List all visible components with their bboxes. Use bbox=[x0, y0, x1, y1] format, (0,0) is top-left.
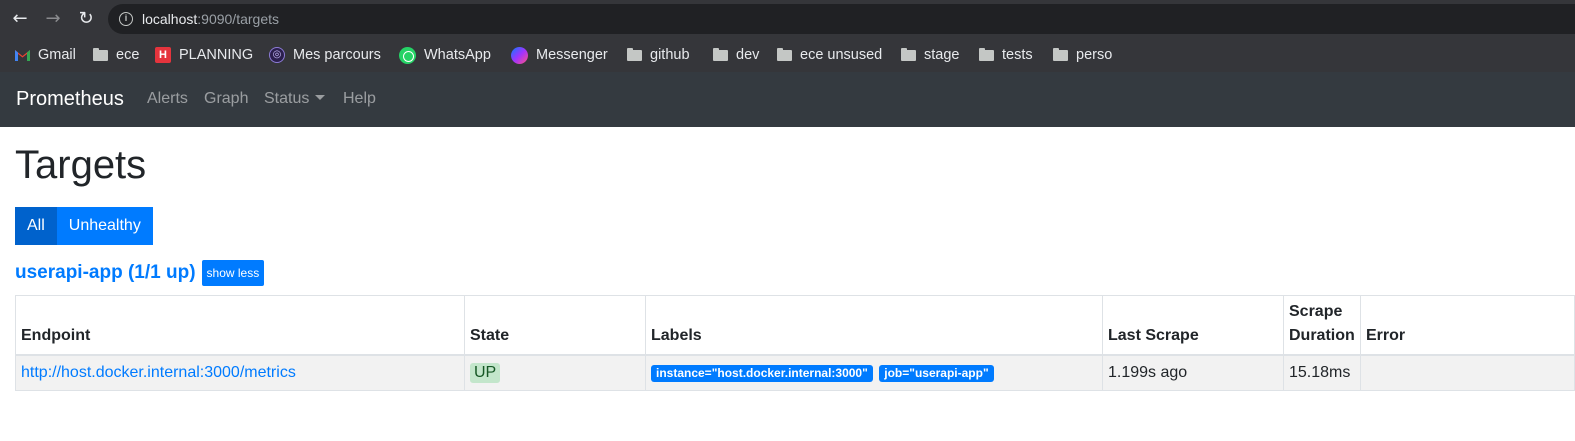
bookmark-label: Messenger bbox=[536, 47, 608, 63]
bookmark-ece-unsused[interactable]: ece unsused bbox=[777, 45, 882, 65]
h-logo-icon: H bbox=[155, 47, 171, 63]
scrape-duration-cell: 15.18ms bbox=[1283, 354, 1361, 391]
bookmark-perso[interactable]: perso bbox=[1053, 45, 1112, 65]
endpoint-cell: http://host.docker.internal:3000/metrics bbox=[15, 354, 465, 391]
show-less-button[interactable]: show less bbox=[201, 260, 265, 286]
page-title: Targets bbox=[15, 143, 147, 187]
table-header-row: Endpoint State Labels Last Scrape Scrape… bbox=[15, 295, 1575, 356]
bookmark-gmail[interactable]: Gmail bbox=[15, 45, 76, 65]
reload-icon[interactable]: ↻ bbox=[76, 9, 96, 29]
nav-status-dropdown[interactable]: Status bbox=[264, 90, 326, 108]
folder-icon bbox=[777, 48, 792, 61]
bookmark-planning[interactable]: H PLANNING bbox=[155, 45, 253, 65]
state-cell: UP bbox=[464, 354, 646, 391]
bookmark-whatsapp[interactable]: WhatsApp bbox=[399, 45, 491, 65]
gmail-icon bbox=[15, 49, 30, 61]
nav-help[interactable]: Help bbox=[343, 90, 376, 108]
job-name-link[interactable]: userapi-app (1/1 up) bbox=[15, 262, 196, 284]
parcours-icon: ◎ bbox=[269, 47, 285, 63]
bookmark-label: PLANNING bbox=[179, 47, 254, 63]
whatsapp-icon bbox=[399, 46, 416, 64]
browser-toolbar: ← → ↻ i localhost:9090/targets bbox=[0, 0, 1575, 38]
label-badge-instance: instance="host.docker.internal:3000" bbox=[651, 364, 873, 382]
bookmark-label: Gmail bbox=[38, 47, 76, 63]
column-header-labels: Labels bbox=[645, 295, 1103, 356]
bookmark-label: stage bbox=[924, 47, 960, 63]
prometheus-navbar: Prometheus Alerts Graph Status Help bbox=[0, 72, 1575, 127]
column-header-last-scrape: Last Scrape bbox=[1102, 295, 1284, 356]
browser-chrome: ← → ↻ i localhost:9090/targets Gmail ece… bbox=[0, 0, 1575, 72]
bookmark-dev[interactable]: dev bbox=[713, 45, 759, 65]
nav-graph[interactable]: Graph bbox=[204, 90, 248, 108]
bookmark-tests[interactable]: tests bbox=[979, 45, 1033, 65]
endpoint-link[interactable]: http://host.docker.internal:3000/metrics bbox=[21, 364, 296, 381]
folder-icon bbox=[901, 48, 916, 61]
bookmark-github[interactable]: github bbox=[627, 45, 690, 65]
bookmark-label: tests bbox=[1002, 47, 1033, 63]
brand-link[interactable]: Prometheus bbox=[16, 88, 124, 111]
caret-down-icon bbox=[315, 95, 326, 100]
back-icon[interactable]: ← bbox=[10, 9, 30, 29]
error-cell bbox=[1360, 354, 1575, 391]
bookmark-label: dev bbox=[736, 47, 760, 63]
filter-unhealthy-button[interactable]: Unhealthy bbox=[56, 207, 153, 245]
address-bar[interactable]: i localhost:9090/targets bbox=[108, 4, 1575, 34]
bookmark-ece[interactable]: ece bbox=[93, 45, 139, 65]
bookmark-label: ece bbox=[116, 47, 140, 63]
folder-icon bbox=[979, 48, 994, 61]
folder-icon bbox=[93, 48, 108, 61]
bookmark-label: ece unsused bbox=[800, 47, 883, 63]
folder-icon bbox=[1053, 48, 1068, 61]
folder-icon bbox=[713, 48, 728, 61]
bookmark-mes-parcours[interactable]: ◎ Mes parcours bbox=[269, 45, 381, 65]
label-badge-job: job="userapi-app" bbox=[879, 364, 994, 382]
filter-all-button[interactable]: All bbox=[15, 207, 57, 245]
column-header-state: State bbox=[464, 295, 646, 356]
last-scrape-cell: 1.199s ago bbox=[1102, 354, 1284, 391]
bookmark-label: Mes parcours bbox=[293, 47, 381, 63]
bookmark-stage[interactable]: stage bbox=[901, 45, 959, 65]
bookmark-messenger[interactable]: Messenger bbox=[511, 45, 608, 65]
state-badge: UP bbox=[470, 362, 501, 383]
column-header-scrape-duration: Scrape Duration bbox=[1283, 295, 1361, 356]
bookmark-label: perso bbox=[1076, 47, 1113, 63]
bookmarks-bar: Gmail ece H PLANNING ◎ Mes parcours What… bbox=[0, 38, 1575, 72]
targets-table: Endpoint State Labels Last Scrape Scrape… bbox=[15, 295, 1575, 391]
url-path: :9090/targets bbox=[197, 11, 279, 27]
column-header-error: Error bbox=[1360, 295, 1575, 356]
labels-cell: instance="host.docker.internal:3000" job… bbox=[645, 354, 1103, 391]
site-info-icon[interactable]: i bbox=[119, 12, 133, 26]
health-filter-group: All Unhealthy bbox=[15, 207, 153, 245]
forward-icon[interactable]: → bbox=[43, 9, 63, 29]
bookmark-label: github bbox=[650, 47, 690, 63]
nav-status-label: Status bbox=[264, 90, 310, 107]
url-text[interactable]: localhost:9090/targets bbox=[142, 11, 279, 27]
bookmark-label: WhatsApp bbox=[424, 47, 491, 63]
messenger-icon bbox=[511, 46, 528, 64]
column-header-endpoint: Endpoint bbox=[15, 295, 465, 356]
folder-icon bbox=[627, 48, 642, 61]
table-row: http://host.docker.internal:3000/metrics… bbox=[15, 354, 1575, 391]
job-header: userapi-app (1/1 up) show less bbox=[15, 260, 265, 286]
nav-alerts[interactable]: Alerts bbox=[147, 90, 188, 108]
url-host: localhost bbox=[142, 11, 198, 27]
